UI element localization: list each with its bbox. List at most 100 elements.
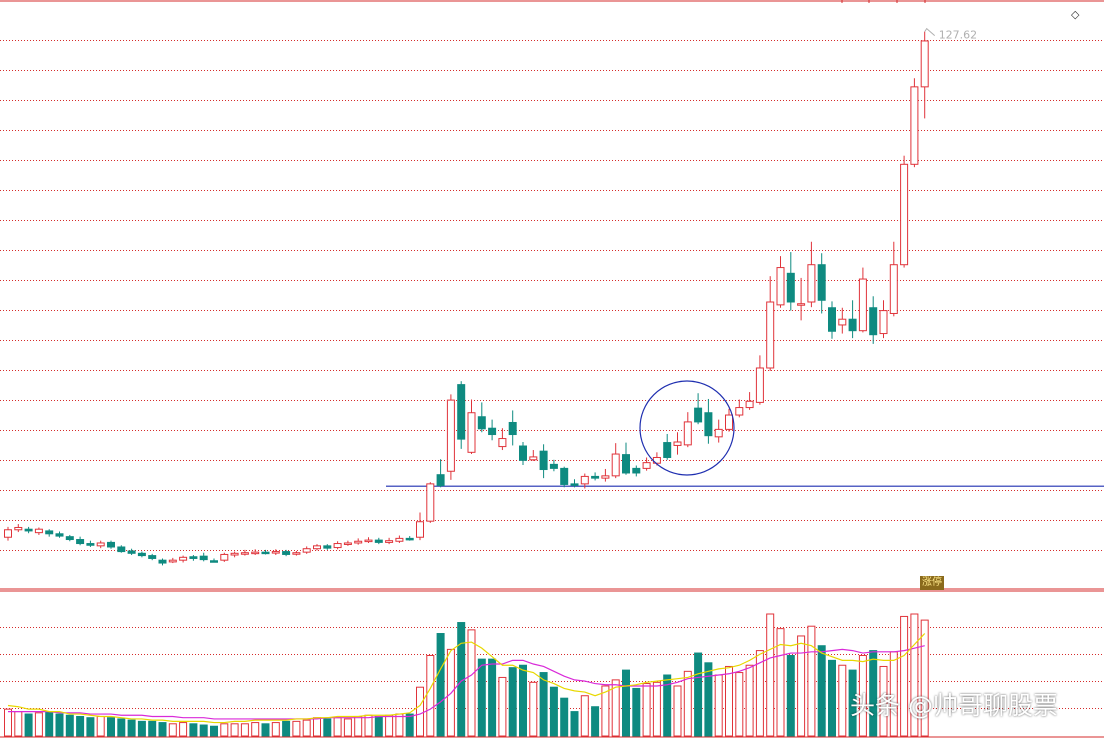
candle-body-up (683, 421, 692, 446)
volume-bar-up (735, 672, 744, 737)
candle-body-up (776, 267, 785, 306)
volume-bar-down (560, 697, 569, 737)
volume-bar-up (34, 712, 43, 737)
high-price-marker: 127.62 (924, 27, 977, 42)
volume-bar-up (168, 723, 177, 737)
volume-bar-down (158, 722, 167, 737)
candle-body-up (467, 412, 476, 453)
volume-bar-up (652, 681, 661, 737)
candle-body-down (549, 463, 558, 469)
volume-bar-down (55, 713, 64, 737)
candle-body-down (148, 555, 157, 559)
candle-body-up (271, 551, 280, 554)
candlestick-chart: 127.62 (0, 0, 1104, 738)
candle-body-down (694, 407, 703, 423)
candle-body-up (179, 556, 188, 561)
volume-bars (4, 613, 929, 737)
volume-bar-up (333, 717, 342, 737)
volume-bar-up (292, 720, 301, 737)
candle-body-down (817, 264, 826, 301)
candle-body-up (642, 462, 651, 469)
volume-bar-up (714, 674, 723, 737)
volume-bar-down (210, 725, 218, 737)
volume-bar-down (632, 687, 641, 737)
candle-body-up (580, 475, 589, 485)
candle-body-up (807, 264, 816, 303)
candle-body-up (426, 483, 435, 522)
volume-bar-down (117, 718, 126, 737)
candle-body-down (477, 416, 486, 430)
high-price-pointer (924, 27, 936, 37)
candle-body-down (591, 475, 600, 479)
candle-body-down (508, 421, 517, 436)
candle-body-up (725, 414, 733, 430)
candle-body-down (828, 307, 836, 332)
candle-body-down (107, 541, 115, 548)
volume-bar-up (220, 723, 229, 737)
volume-bar-down (282, 720, 291, 737)
volume-bar-down (477, 658, 486, 737)
candle-body-up (498, 438, 507, 448)
candle-body-down (848, 318, 857, 332)
candle-body-down (436, 474, 445, 487)
candle-body-up (858, 278, 867, 332)
volume-bar-up (385, 714, 394, 737)
candle-body-down (210, 560, 218, 563)
candle-body-down (65, 536, 74, 541)
chart-frame (0, 0, 1104, 738)
candle-body-up (745, 400, 754, 409)
volume-bar-up (807, 625, 816, 737)
volume-bar-up (179, 722, 188, 737)
volume-bar-down (549, 686, 558, 737)
panel-toggle-icon[interactable]: ◇ (1071, 8, 1079, 21)
volume-bar-down (694, 652, 703, 737)
candle-body-up (343, 542, 352, 545)
volume-bar-up (395, 713, 404, 737)
candle-body-up (4, 529, 12, 538)
candle-body-down (560, 467, 569, 485)
candle-body-down (632, 467, 641, 474)
candle-body-down (55, 533, 64, 537)
candle-body-up (735, 407, 744, 416)
candle-body-up (240, 552, 249, 555)
candle-body-down (488, 427, 497, 436)
volume-bar-down (828, 659, 836, 737)
volume-bar-up (529, 681, 538, 737)
candle-body-up (920, 40, 929, 88)
volume-bar-up (313, 717, 321, 737)
candle-body-down (127, 550, 136, 554)
candle-body-up (601, 475, 610, 479)
candle-body-up (34, 528, 43, 534)
volume-bar-down (24, 713, 33, 737)
volume-bar-down (76, 715, 85, 737)
candle-body-up (302, 548, 311, 553)
volume-bar-up (302, 719, 311, 737)
volume-bar-down (65, 714, 74, 737)
candle-body-up (364, 539, 373, 543)
watermark-text: 头条 @帅哥聊股票 (850, 691, 1058, 720)
candle-body-up (838, 318, 847, 326)
volume-bar-up (467, 629, 476, 737)
volume-bar-down (374, 715, 383, 737)
volume-bar-down (508, 667, 517, 737)
candle-body-up (313, 545, 321, 550)
volume-bar-up (4, 708, 12, 737)
candle-body-down (86, 543, 95, 546)
candle-body-down (869, 307, 878, 336)
volume-bar-down (405, 713, 414, 737)
candle-body-down (786, 272, 795, 303)
candle-body-down (570, 483, 579, 486)
limit-up-badge: 涨停 (920, 576, 944, 590)
candle-body-up (292, 552, 301, 555)
volume-bar-up (416, 686, 424, 737)
candle-body-down (282, 551, 291, 555)
volume-bar-down (189, 723, 198, 737)
volume-bar-up (14, 711, 23, 737)
volume-bar-down (323, 718, 332, 737)
candle-body-down (76, 539, 85, 545)
volume-bar-up (673, 685, 682, 737)
volume-bar-up (766, 613, 775, 737)
candle-body-up (900, 163, 909, 266)
candle-body-up (230, 552, 239, 556)
volume-bar-down (45, 711, 54, 737)
